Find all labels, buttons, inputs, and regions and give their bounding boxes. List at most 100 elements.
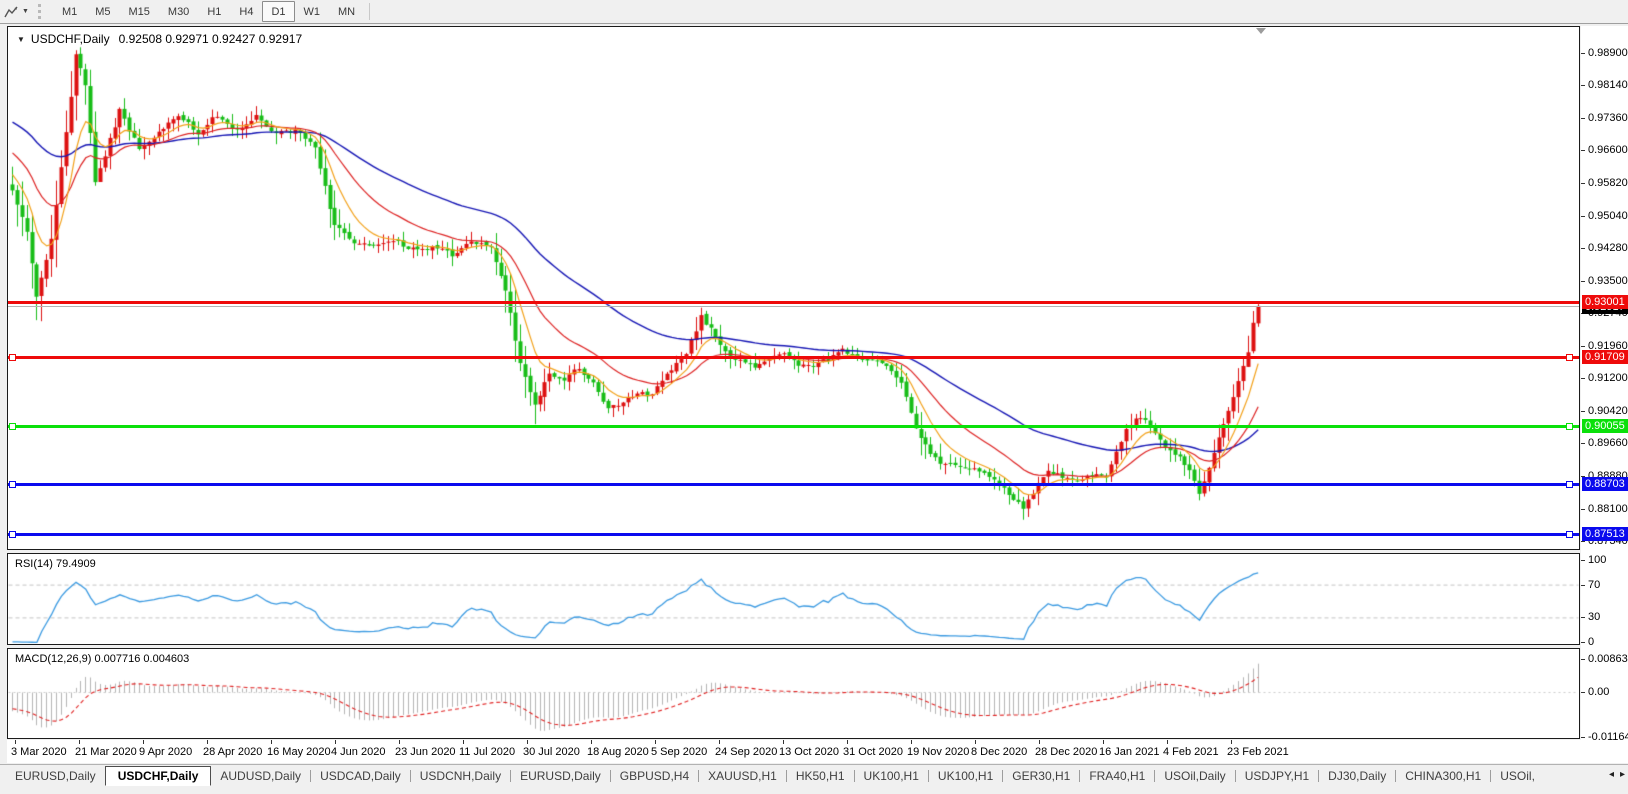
trading-platform-window: { "toolbar": { "icon": "line-studies-ico… bbox=[0, 0, 1628, 794]
timeframe-button-m30[interactable]: M30 bbox=[159, 1, 198, 22]
date-label: 23 Jun 2020 bbox=[395, 746, 456, 758]
price-scale-axis[interactable]: 0.989000.981400.973600.966000.958200.950… bbox=[1581, 26, 1628, 763]
price-axis-label: 0.93500 bbox=[1588, 275, 1628, 287]
axis-tick bbox=[1581, 642, 1585, 643]
chart-tab-uk100-h1[interactable]: UK100,H1 bbox=[855, 766, 928, 786]
chart-tab-ger30-h1[interactable]: GER30,H1 bbox=[1003, 766, 1079, 786]
date-tick bbox=[463, 740, 464, 744]
macd-label: MACD(12,26,9) 0.007716 0.004603 bbox=[15, 653, 189, 665]
date-label: 3 Mar 2020 bbox=[11, 746, 67, 758]
chart-tab-china300-h1[interactable]: CHINA300,H1 bbox=[1396, 766, 1490, 786]
symbol-dropdown-icon[interactable]: ▼ bbox=[17, 35, 25, 44]
price-axis-label: 0.91200 bbox=[1588, 372, 1628, 384]
date-label: 13 Oct 2020 bbox=[779, 746, 839, 758]
chart-tab-hk50-h1[interactable]: HK50,H1 bbox=[787, 766, 854, 786]
line-handle-right[interactable] bbox=[1566, 481, 1573, 488]
timeframe-button-m5[interactable]: M5 bbox=[86, 1, 119, 22]
timeframe-button-w1[interactable]: W1 bbox=[295, 1, 330, 22]
axis-tick bbox=[1581, 85, 1585, 86]
current-price-line bbox=[8, 306, 1579, 307]
date-label: 18 Aug 2020 bbox=[587, 746, 649, 758]
chart-tab-uk100-h1[interactable]: UK100,H1 bbox=[929, 766, 1002, 786]
date-tick bbox=[1039, 740, 1040, 744]
candlestick-chart-canvas[interactable] bbox=[8, 27, 1579, 549]
chart-tab-fra40-h1[interactable]: FRA40,H1 bbox=[1080, 766, 1154, 786]
line-handle-right[interactable] bbox=[1566, 531, 1573, 538]
chevron-down-icon[interactable]: ▼ bbox=[22, 8, 29, 15]
line-handle-left[interactable] bbox=[9, 423, 16, 430]
price-axis-label: 0.94280 bbox=[1588, 242, 1628, 254]
tab-scroll-left-icon[interactable]: ◂ bbox=[1609, 769, 1614, 780]
timeframe-button-m1[interactable]: M1 bbox=[53, 1, 86, 22]
line-studies-icon[interactable]: ▼ bbox=[0, 2, 32, 22]
date-label: 28 Apr 2020 bbox=[203, 746, 262, 758]
date-tick bbox=[591, 740, 592, 744]
timeframe-button-d1[interactable]: D1 bbox=[262, 1, 294, 22]
macd-canvas[interactable] bbox=[8, 649, 1579, 738]
chart-tab-eurusd-daily[interactable]: EURUSD,Daily bbox=[6, 766, 105, 786]
price-level-line-support-blue-1[interactable] bbox=[8, 483, 1579, 486]
price-axis-label: 0.89660 bbox=[1588, 437, 1628, 449]
date-tick bbox=[783, 740, 784, 744]
chart-tab-gbpusd-h4[interactable]: GBPUSD,H4 bbox=[611, 766, 698, 786]
timeframe-button-m15[interactable]: M15 bbox=[120, 1, 159, 22]
line-handle-left[interactable] bbox=[9, 481, 16, 488]
date-tick bbox=[655, 740, 656, 744]
chart-tab-usoil-[interactable]: USOil, bbox=[1491, 766, 1544, 786]
date-label: 23 Feb 2021 bbox=[1227, 746, 1289, 758]
price-axis-label: 0.98900 bbox=[1588, 47, 1628, 59]
chart-tab-usdjpy-h1[interactable]: USDJPY,H1 bbox=[1236, 766, 1318, 786]
date-label: 16 May 2020 bbox=[267, 746, 331, 758]
toolbar-grip bbox=[38, 4, 45, 19]
date-tick bbox=[847, 740, 848, 744]
price-level-line-resistance-2[interactable] bbox=[8, 356, 1579, 359]
axis-tick bbox=[1581, 541, 1585, 542]
price-axis-label: 0.96600 bbox=[1588, 144, 1628, 156]
rsi-canvas[interactable] bbox=[8, 554, 1579, 644]
line-handle-left[interactable] bbox=[9, 531, 16, 538]
date-tick bbox=[1103, 740, 1104, 744]
date-tick bbox=[79, 740, 80, 744]
date-tick bbox=[207, 740, 208, 744]
chart-tab-bar: EURUSD,DailyUSDCHF,DailyAUDUSD,DailyUSDC… bbox=[0, 764, 1628, 787]
line-handle-right[interactable] bbox=[1566, 423, 1573, 430]
axis-tick bbox=[1581, 53, 1585, 54]
line-handle-left[interactable] bbox=[9, 354, 16, 361]
line-handle-right[interactable] bbox=[1566, 354, 1573, 361]
axis-tick bbox=[1581, 737, 1585, 738]
chart-tab-usdcad-daily[interactable]: USDCAD,Daily bbox=[311, 766, 410, 786]
macd-axis-label: 0.00 bbox=[1588, 686, 1609, 698]
price-level-badge: 0.88703 bbox=[1582, 477, 1628, 491]
axis-tick bbox=[1581, 560, 1585, 561]
chart-tab-usdchf-daily[interactable]: USDCHF,Daily bbox=[105, 766, 212, 786]
chart-tab-audusd-daily[interactable]: AUDUSD,Daily bbox=[211, 766, 310, 786]
date-axis[interactable]: 3 Mar 202021 Mar 20209 Apr 202028 Apr 20… bbox=[7, 740, 1628, 763]
axis-tick bbox=[1581, 248, 1585, 249]
axis-tick bbox=[1581, 585, 1585, 586]
axis-tick bbox=[1581, 150, 1585, 151]
timeframe-button-h4[interactable]: H4 bbox=[230, 1, 262, 22]
rsi-indicator-panel: RSI(14) 79.4909 bbox=[7, 553, 1580, 645]
price-level-line-support-blue-2[interactable] bbox=[8, 533, 1579, 536]
chart-shift-marker[interactable] bbox=[1256, 28, 1266, 34]
tab-scroll-right-icon[interactable]: ▸ bbox=[1620, 769, 1625, 780]
chart-tab-usdcnh-daily[interactable]: USDCNH,Daily bbox=[411, 766, 510, 786]
date-label: 8 Dec 2020 bbox=[971, 746, 1027, 758]
date-tick bbox=[1231, 740, 1232, 744]
price-level-line-resistance-1[interactable] bbox=[8, 301, 1579, 304]
date-tick bbox=[399, 740, 400, 744]
chart-tab-xauusd-h1[interactable]: XAUUSD,H1 bbox=[699, 766, 786, 786]
price-level-line-support-green[interactable] bbox=[8, 425, 1579, 428]
chart-tab-usoil-daily[interactable]: USOil,Daily bbox=[1155, 766, 1234, 786]
axis-tick bbox=[1581, 281, 1585, 282]
date-label: 11 Jul 2020 bbox=[459, 746, 515, 758]
axis-tick bbox=[1581, 216, 1585, 217]
axis-tick bbox=[1581, 509, 1585, 510]
timeframe-button-h1[interactable]: H1 bbox=[198, 1, 230, 22]
chart-tab-dj30-daily[interactable]: DJ30,Daily bbox=[1319, 766, 1395, 786]
timeframe-button-mn[interactable]: MN bbox=[329, 1, 364, 22]
chart-symbol-label: USDCHF,Daily bbox=[31, 32, 110, 46]
price-level-badge: 0.91709 bbox=[1582, 350, 1628, 364]
chart-tab-eurusd-daily[interactable]: EURUSD,Daily bbox=[511, 766, 610, 786]
date-tick bbox=[271, 740, 272, 744]
